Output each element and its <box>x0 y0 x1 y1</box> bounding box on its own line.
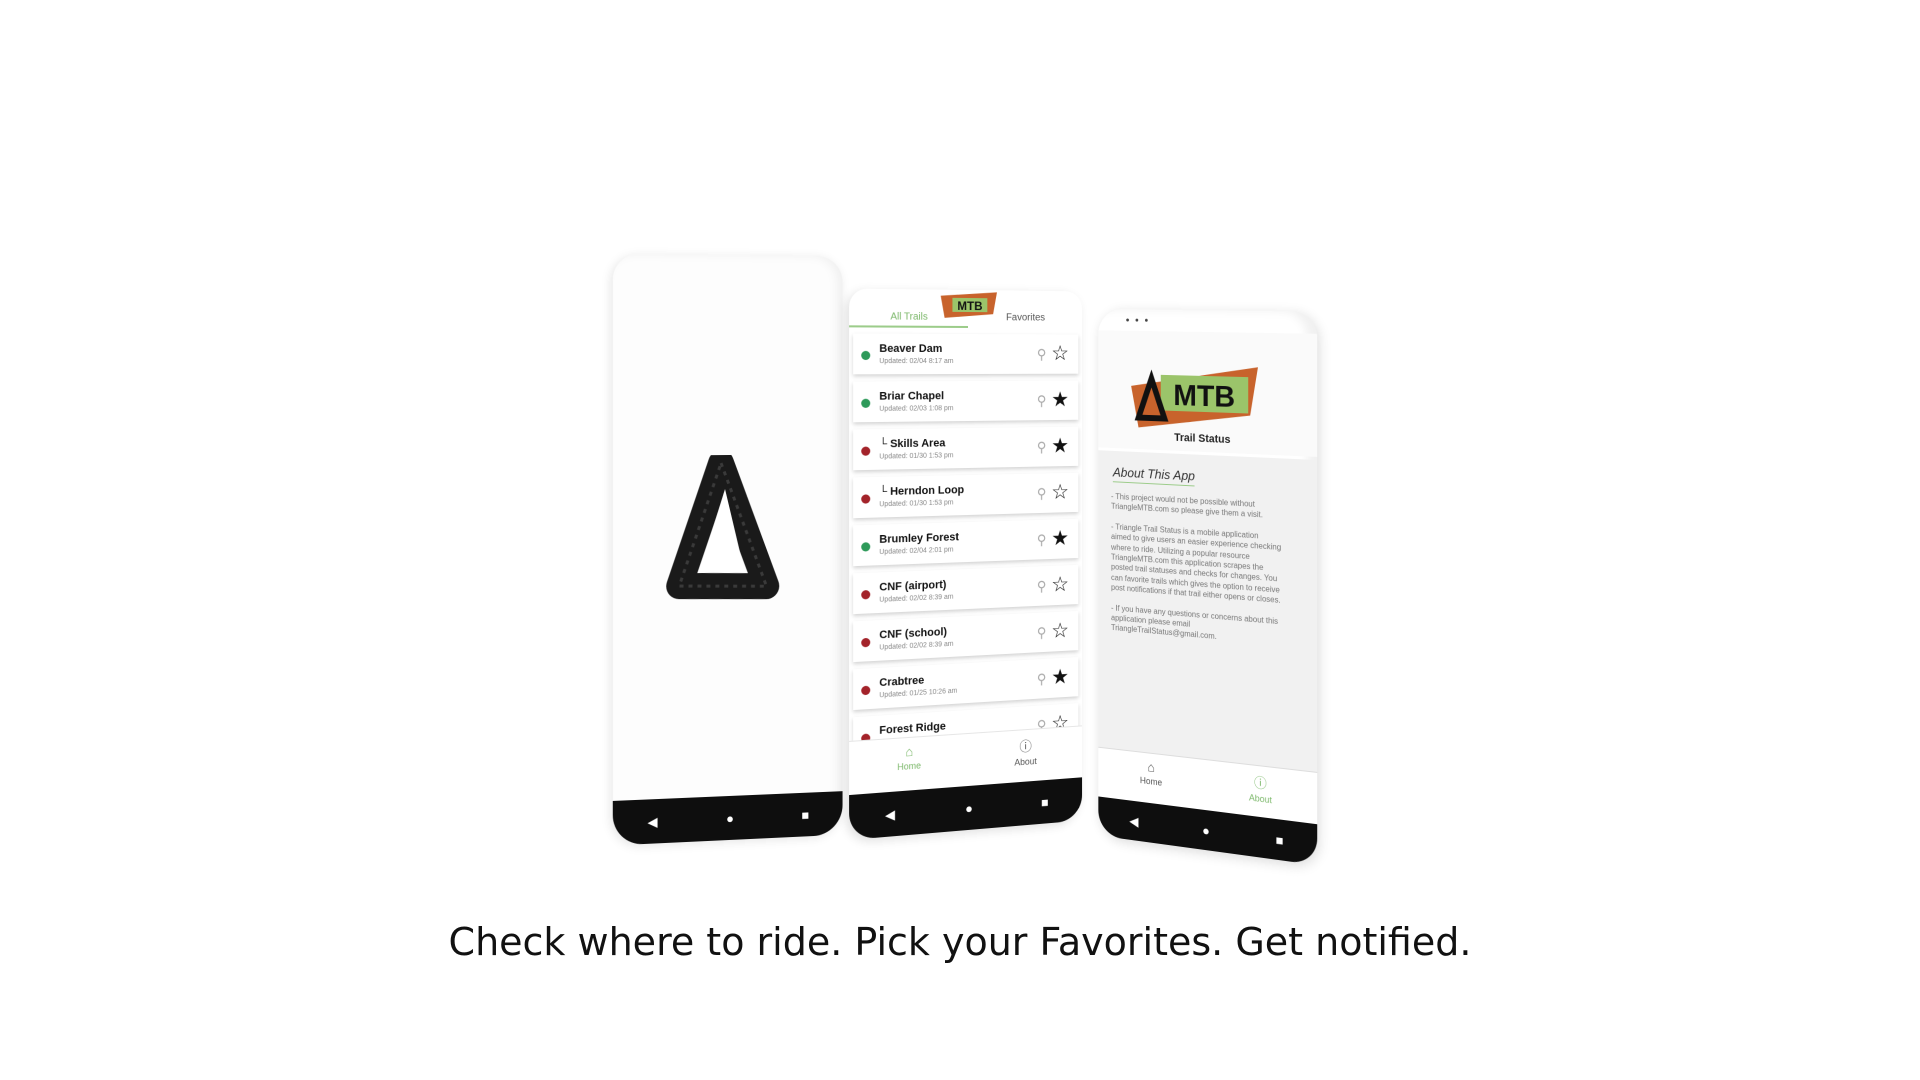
trail-row[interactable]: Briar Chapel Updated: 02/03 1:08 pm ⚲ ★ <box>853 380 1079 423</box>
nav-home-label: Home <box>1139 775 1163 788</box>
trail-row[interactable]: Brumley Forest Updated: 02/04 2:01 pm ⚲ ★ <box>853 518 1079 567</box>
trail-name: Brumley Forest <box>879 531 959 546</box>
home-icon: ⌂ <box>905 743 914 760</box>
favorite-star-icon[interactable]: ★ <box>1051 527 1069 550</box>
map-pin-icon[interactable]: ⚲ <box>1037 624 1047 641</box>
trail-list-phone: MTB All Trails Favorites Beaver Dam Updat… <box>849 288 1083 840</box>
trail-updated: Updated: 01/25 10:26 am <box>879 687 958 700</box>
status-dot <box>861 589 871 600</box>
camera-sensors: ● ● ● <box>1125 316 1151 325</box>
tagline: Check where to ride. Pick your Favorites… <box>448 920 1472 964</box>
trail-row[interactable]: Beaver Dam Updated: 02/04 8:17 am ⚲ ☆ <box>853 333 1079 375</box>
triangle-logo-icon <box>663 455 782 607</box>
about-paragraph: - If you have any questions or concerns … <box>1111 602 1279 642</box>
map-pin-icon[interactable]: ⚲ <box>1037 532 1047 549</box>
back-icon[interactable]: ◀ <box>648 814 658 830</box>
trail-row[interactable]: └ Skills Area Updated: 01/30 1:53 pm ⚲ ★ <box>853 426 1079 471</box>
trail-name: CNF (school) <box>879 625 948 642</box>
tab-bar: All Trails Favorites <box>849 304 1082 329</box>
favorite-star-icon[interactable]: ☆ <box>1051 619 1069 642</box>
status-dot <box>861 494 871 504</box>
favorite-star-icon[interactable]: ★ <box>1051 665 1069 689</box>
home-icon[interactable]: ● <box>1202 822 1209 838</box>
trail-row[interactable]: CNF (school) Updated: 02/02 8:39 am ⚲ ☆ <box>853 610 1079 663</box>
status-dot <box>861 350 871 361</box>
map-pin-icon[interactable]: ⚲ <box>1037 393 1047 410</box>
back-icon[interactable]: ◀ <box>885 806 895 822</box>
back-icon[interactable]: ◀ <box>1129 813 1138 829</box>
status-dot <box>861 685 871 696</box>
home-icon[interactable]: ● <box>726 810 734 825</box>
about-paragraph: - This project would not be possible wit… <box>1111 491 1263 520</box>
trail-name: Beaver Dam <box>879 342 943 355</box>
trail-list: Beaver Dam Updated: 02/04 8:17 am ⚲ ☆ Briar … <box>853 333 1079 766</box>
trail-updated: Updated: 02/04 8:17 am <box>879 358 954 366</box>
svg-text:Trail Status: Trail Status <box>1174 431 1230 446</box>
favorite-star-icon[interactable]: ☆ <box>1051 342 1069 365</box>
favorite-star-icon[interactable]: ★ <box>1051 435 1069 458</box>
favorite-star-icon[interactable]: ★ <box>1051 388 1069 411</box>
nav-home-label: Home <box>897 760 922 773</box>
status-dot <box>861 398 871 408</box>
trail-updated: Updated: 02/02 8:39 am <box>879 640 954 652</box>
home-icon[interactable]: ● <box>965 800 973 816</box>
status-dot <box>861 637 871 648</box>
about-header: MTB Trail Status <box>1098 330 1318 457</box>
tab-favorites[interactable]: Favorites <box>968 306 1082 329</box>
nav-home[interactable]: ⌂ Home <box>849 734 968 795</box>
about-paragraph: - Triangle Trail Status is a mobile appl… <box>1111 522 1282 606</box>
nav-about-label: About <box>1248 792 1272 806</box>
about-phone: ● ● ● MTB Trail Status About This App - … <box>1098 308 1318 866</box>
trail-name: CNF (airport) <box>879 578 947 594</box>
recents-icon[interactable]: ■ <box>801 807 809 822</box>
system-navbar: ◀ ● ■ <box>612 791 843 846</box>
trail-updated: Updated: 02/04 2:01 pm <box>879 546 954 557</box>
trail-row[interactable]: CNF (airport) Updated: 02/02 8:39 am ⚲ ☆ <box>853 564 1079 615</box>
trail-updated: Updated: 02/03 1:08 pm <box>879 405 954 413</box>
trail-row[interactable]: └ Herndon Loop Updated: 01/30 1:53 pm ⚲ ☆ <box>853 472 1079 519</box>
favorite-star-icon[interactable]: ☆ <box>1051 481 1069 504</box>
status-dot <box>861 542 871 552</box>
recents-icon[interactable]: ■ <box>1041 794 1048 809</box>
tab-all-trails[interactable]: All Trails <box>849 304 968 328</box>
trail-name: Crabtree <box>879 674 925 690</box>
mtb-logo-large: MTB Trail Status <box>1126 364 1258 446</box>
info-icon: ⓘ <box>1019 738 1032 755</box>
trail-name: └ Herndon Loop <box>879 484 965 499</box>
nav-about-label: About <box>1014 756 1037 768</box>
trail-row[interactable]: Crabtree Updated: 01/25 10:26 am ⚲ ★ <box>853 657 1079 711</box>
trail-updated: Updated: 01/30 1:53 pm <box>879 452 954 461</box>
map-pin-icon[interactable]: ⚲ <box>1037 485 1047 502</box>
trail-updated: Updated: 01/30 1:53 pm <box>879 499 954 509</box>
map-pin-icon[interactable]: ⚲ <box>1037 671 1047 688</box>
recents-icon[interactable]: ■ <box>1276 832 1284 848</box>
trail-name: └ Skills Area <box>879 437 946 451</box>
splash-phone: ◀ ● ■ <box>612 253 843 846</box>
svg-text:MTB: MTB <box>1173 379 1235 414</box>
map-pin-icon[interactable]: ⚲ <box>1037 578 1047 595</box>
about-title: About This App <box>1112 464 1195 487</box>
about-text: - This project would not be possible wit… <box>1111 492 1281 659</box>
favorite-star-icon[interactable]: ☆ <box>1051 573 1069 596</box>
nav-about[interactable]: ⓘ About <box>968 726 1082 786</box>
trail-name: Briar Chapel <box>879 390 945 403</box>
trail-updated: Updated: 02/02 8:39 am <box>879 593 954 604</box>
map-pin-icon[interactable]: ⚲ <box>1037 346 1047 363</box>
status-dot <box>861 446 871 456</box>
map-pin-icon[interactable]: ⚲ <box>1037 439 1047 456</box>
